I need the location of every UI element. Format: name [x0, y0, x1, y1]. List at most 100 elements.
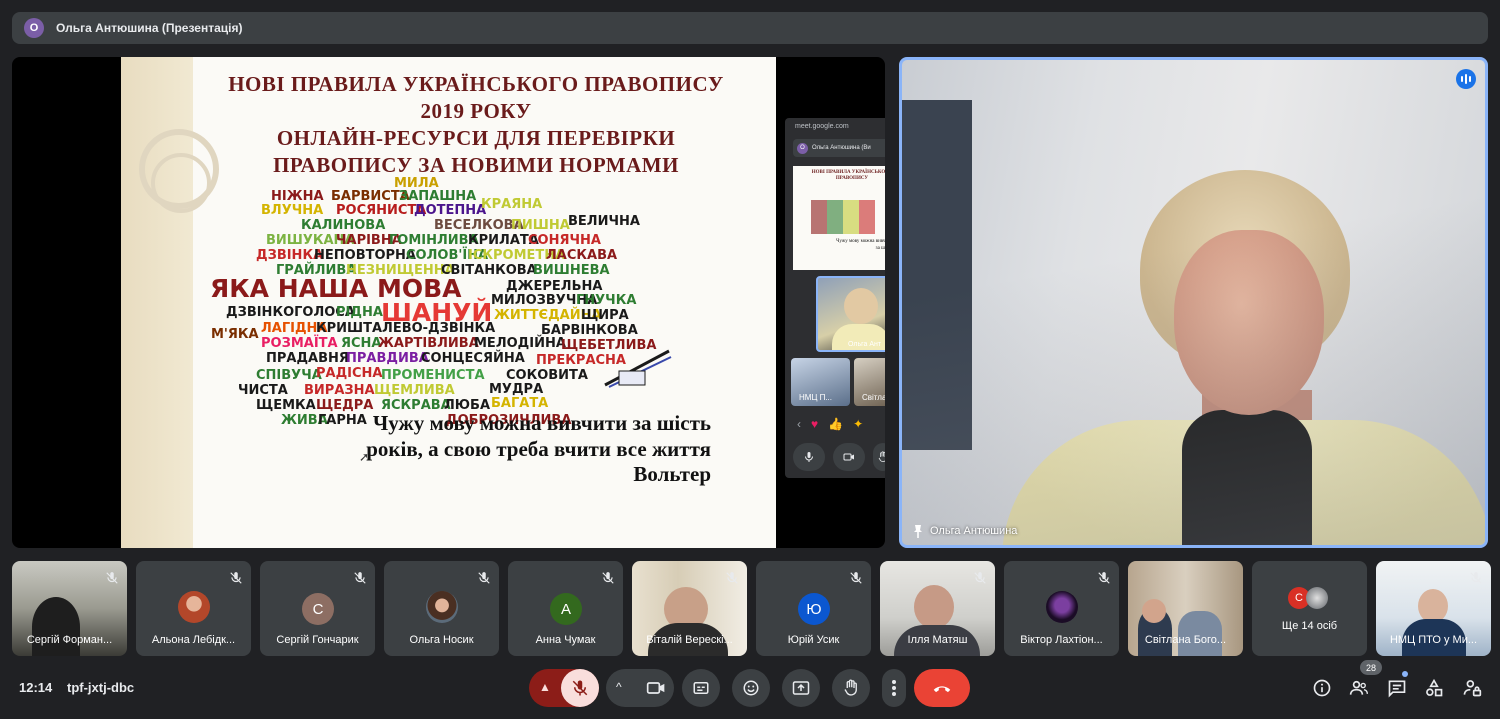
participant-face [914, 585, 954, 629]
host-controls-button[interactable] [1461, 677, 1483, 699]
activities-button[interactable] [1423, 677, 1445, 699]
participant-avatar [1046, 591, 1078, 623]
camera-options-chevron-icon[interactable]: ^ [616, 680, 622, 694]
slide-title-line: ОНЛАЙН-РЕСУРСИ ДЛЯ ПЕРЕВІРКИ [276, 126, 676, 150]
chevron-left-icon[interactable]: ‹ [797, 417, 801, 431]
heart-reaction-icon[interactable]: ♥ [811, 417, 818, 431]
participant-name: Альона Лебідк... [151, 634, 236, 646]
lock-person-icon [1463, 680, 1482, 697]
hand-icon [878, 451, 885, 462]
speaking-indicator-icon [1456, 69, 1476, 89]
thumbs-up-icon[interactable]: 👍 [828, 417, 843, 431]
pip-mini-name: НМЦ П... [799, 393, 832, 402]
meeting-info-button[interactable] [1311, 677, 1333, 699]
participant-name: Сергій Форман... [26, 634, 113, 646]
mic-off-icon [572, 680, 588, 696]
leave-call-button[interactable] [914, 669, 970, 707]
end-call-icon [933, 686, 951, 693]
participant-avatar: Ю [798, 593, 830, 625]
participant-avatar: А [550, 593, 582, 625]
pip-bar-title: Ольга Антюшина (Ви [812, 145, 871, 151]
participant-tile[interactable]: НМЦ ПТО у Ми... [1376, 561, 1491, 656]
slide-title-line: НОВІ ПРАВИЛА УКРАЇНСЬКОГО ПРАВОПИСУ [228, 72, 724, 96]
participant-avatar [178, 591, 210, 623]
present-button[interactable] [782, 669, 820, 707]
participant-name: Анна Чумак [535, 634, 596, 646]
participant-tile[interactable]: Світлана Бого... [1128, 561, 1243, 656]
participant-name: Сергій Гончарик [276, 634, 359, 646]
participant-tile[interactable]: Ольга Носик [384, 561, 499, 656]
pip-hand-button[interactable] [873, 443, 885, 471]
emoji-icon [743, 680, 759, 696]
bottom-bar: 12:14 tpf-jxtj-dbc ▲ ^ 28 [0, 660, 1500, 719]
present-screen-icon [792, 681, 810, 695]
participant-tile[interactable]: Сергій Форман... [12, 561, 127, 656]
captions-icon [693, 682, 709, 694]
pip-mic-button[interactable] [793, 443, 825, 471]
mic-off-icon [106, 572, 118, 584]
people-button[interactable] [1348, 677, 1370, 699]
active-speaker-tile[interactable]: Ольга Антюшина [899, 57, 1488, 548]
camera-toggle-button[interactable] [638, 669, 674, 707]
pip-reactions: ‹ ♥ 👍 ✦ [797, 417, 863, 431]
mic-toggle-button[interactable] [561, 669, 599, 707]
participant-tile[interactable]: Ю Юрій Усик [756, 561, 871, 656]
captions-button[interactable] [682, 669, 720, 707]
presenter-avatar: О [24, 18, 44, 38]
meeting-time: 12:14 [19, 680, 53, 695]
participant-avatar [1306, 587, 1328, 609]
more-vert-icon [892, 680, 896, 696]
mic-off-icon [354, 572, 366, 584]
party-icon[interactable]: ✦ [853, 417, 863, 431]
people-count-badge: 28 [1360, 660, 1382, 675]
participant-tile[interactable]: А Анна Чумак [508, 561, 623, 656]
slide-title: НОВІ ПРАВИЛА УКРАЇНСЬКОГО ПРАВОПИСУ 2019… [181, 71, 771, 179]
more-participants-avatars: С [1288, 587, 1328, 609]
more-options-button[interactable] [882, 669, 906, 707]
raise-hand-button[interactable] [832, 669, 870, 707]
activities-icon [1426, 678, 1443, 697]
mic-off-icon [1098, 572, 1110, 584]
mic-off-icon [974, 572, 986, 584]
emoji-button[interactable] [732, 669, 770, 707]
participant-strip: Сергій Форман... Альона Лебідк... С Серг… [12, 561, 1491, 656]
info-icon [1313, 679, 1331, 697]
participant-tile[interactable]: Віталій Верескі... [632, 561, 747, 656]
participant-avatar [426, 591, 458, 623]
pin-icon [914, 525, 922, 538]
pip-slide-thumbnail: НОВІ ПРАВИЛА УКРАЇНСЬКОГО ПРАВОПИСУ Чужу… [793, 166, 885, 270]
pip-controls [793, 443, 885, 471]
participant-face [1418, 589, 1448, 623]
meeting-code: tpf-jxtj-dbc [67, 680, 135, 695]
pip-cam-name: Ольга Ант [848, 341, 882, 348]
speaker-name-label: Ольга Антюшина [912, 524, 1017, 538]
camera-group: ^ [606, 669, 674, 707]
pip-slide-quote: Чужу мову можна вивчити за шість [836, 239, 885, 251]
participant-avatar: С [302, 593, 334, 625]
participant-tile[interactable]: С Сергій Гончарик [260, 561, 375, 656]
slide-title-line: 2019 РОКУ [420, 99, 532, 123]
cloud-stamp-image [604, 349, 672, 388]
chat-button[interactable] [1386, 677, 1408, 699]
pip-window[interactable]: meet.google.com О Ольга Антюшина (Ви НОВ… [785, 118, 885, 478]
participant-name: Ольга Носик [409, 634, 474, 646]
participant-face [1142, 599, 1166, 623]
participant-tile-more[interactable]: С Ще 14 осіб [1252, 561, 1367, 656]
slide-quote-line: років, а свою треба вчити все життя [366, 437, 711, 461]
participant-tile[interactable]: Альона Лебідк... [136, 561, 251, 656]
participant-name: Віктор Лахтіон... [1020, 634, 1103, 646]
pip-mini-tile: Світла... [854, 358, 885, 406]
slide-quote-line: Чужу мову можна вивчити за шість [372, 411, 711, 435]
participant-tile[interactable]: Віктор Лахтіон... [1004, 561, 1119, 656]
participant-name: Юрій Усик [787, 634, 840, 646]
participant-name: Ілля Матяш [907, 634, 968, 646]
participant-tile[interactable]: Ілля Матяш [880, 561, 995, 656]
slide-quote: Чужу мову можна вивчити за шість років, … [291, 410, 711, 462]
mic-options-chevron-icon[interactable]: ▲ [539, 680, 551, 694]
mic-off-icon [230, 572, 242, 584]
mic-off-icon [478, 572, 490, 584]
presentation-tile[interactable]: НОВІ ПРАВИЛА УКРАЇНСЬКОГО ПРАВОПИСУ 2019… [12, 57, 885, 548]
mic-icon [805, 452, 813, 462]
people-icon [1349, 680, 1368, 695]
pip-camera-button[interactable] [833, 443, 865, 471]
